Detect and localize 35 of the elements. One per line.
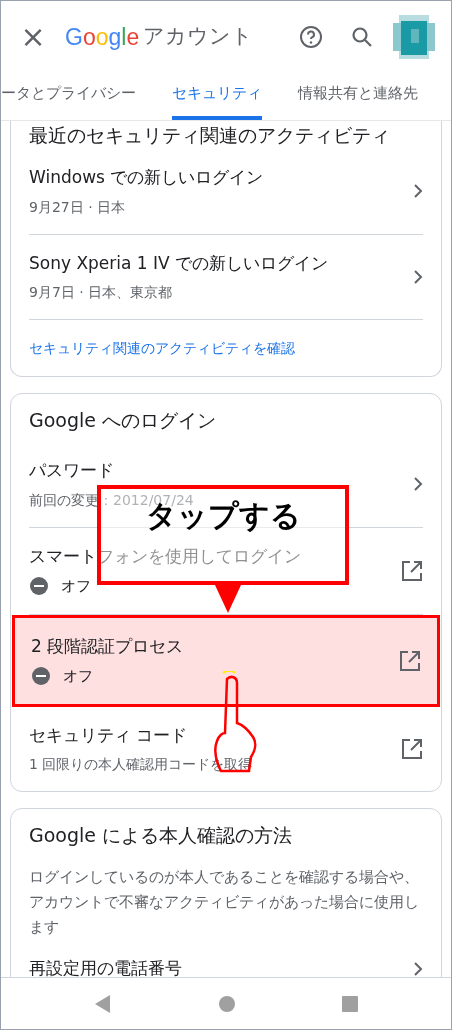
home-icon[interactable] xyxy=(218,994,236,1013)
chevron-right-icon xyxy=(413,183,423,200)
tab[interactable]: ータとプライバシー xyxy=(1,81,136,120)
chevron-right-icon xyxy=(413,476,423,493)
recents-icon[interactable] xyxy=(342,995,358,1012)
google-logo: Google xyxy=(65,22,140,52)
app-title: アカウント xyxy=(143,23,254,51)
callout-pointer-icon xyxy=(215,585,241,613)
chevron-right-icon xyxy=(413,960,423,977)
external-link-icon xyxy=(401,737,423,760)
highlighted-setting-row[interactable]: 2 段階認証プロセス オフ xyxy=(12,614,440,707)
back-icon[interactable] xyxy=(94,993,112,1014)
chevron-right-icon xyxy=(413,268,423,285)
status-text: オフ xyxy=(61,576,91,597)
search-icon[interactable] xyxy=(351,26,373,48)
row-title: Sony Xperia 1 IV での新しいログイン xyxy=(29,251,329,275)
row-subtitle: 9月27日 · 日本 xyxy=(29,197,127,217)
external-link-icon xyxy=(399,649,421,672)
card-description: ログインしているのが本人であることを確認する場合や、アカウントで不審なアクティビティがあった場合に使用します xyxy=(29,867,420,938)
activity-link[interactable]: セキュリティ関連のアクティビティを確認 xyxy=(29,340,295,356)
row-subtitle: 9月7日 · 日本、東京都 xyxy=(29,283,174,302)
card-title: Google による本人確認の方法 xyxy=(29,823,294,848)
card-title: 最近のセキュリティ関連のアクティビティ xyxy=(29,123,391,148)
status-text: オフ xyxy=(63,666,93,687)
row-title: セキュリティ コード xyxy=(29,723,189,747)
card-title: Google へのログイン xyxy=(29,408,218,433)
row-title: 再設定用の電話番号 xyxy=(29,957,182,977)
help-icon[interactable] xyxy=(299,25,323,49)
tab[interactable]: 情報共有と連絡先 xyxy=(298,81,418,120)
avatar-icon[interactable] xyxy=(393,15,435,59)
row-title: パスワード xyxy=(29,459,115,482)
row-title: 2 段階認証プロセス xyxy=(31,634,184,658)
close-button[interactable]: × xyxy=(17,22,49,52)
external-link-icon xyxy=(401,559,423,582)
row-title: Windows での新しいログイン xyxy=(29,166,264,189)
